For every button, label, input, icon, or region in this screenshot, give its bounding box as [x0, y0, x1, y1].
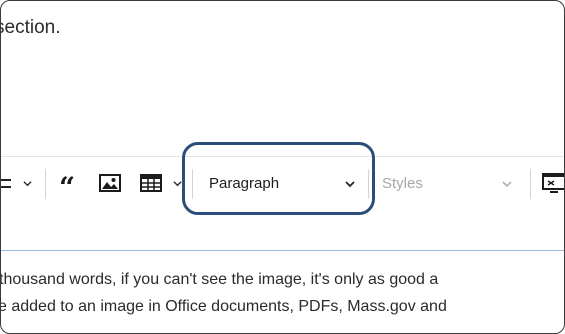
list-dropdown-arrow[interactable] — [23, 171, 32, 195]
chevron-down-icon — [23, 180, 32, 186]
table-dropdown-arrow[interactable] — [173, 171, 182, 195]
list-icon — [1, 179, 11, 188]
editor-body-line: thousand words, if you can't see the ima… — [0, 271, 439, 288]
list-button[interactable] — [1, 171, 15, 195]
toolbar-separator — [45, 169, 46, 199]
insert-table-button[interactable] — [140, 171, 162, 195]
screenshot-frame: section. “ Paragraph Styles thousand wor… — [0, 0, 565, 334]
chevron-down-icon — [502, 181, 512, 188]
editor-intro-text: section. — [0, 17, 61, 38]
block-format-highlight — [182, 142, 375, 215]
styles-select[interactable]: Styles — [382, 171, 517, 195]
styles-placeholder: Styles — [382, 174, 423, 192]
blockquote-icon: “ — [59, 171, 75, 204]
image-icon — [99, 174, 121, 192]
toolbar-separator — [530, 169, 531, 199]
chevron-down-icon — [173, 180, 182, 186]
editor-body-line: e added to an image in Office documents,… — [0, 298, 447, 315]
insert-image-button[interactable] — [99, 171, 121, 195]
source-view-button[interactable] — [542, 171, 564, 195]
editor-focus-border — [1, 250, 564, 251]
table-icon — [140, 174, 162, 192]
blockquote-button[interactable]: “ — [59, 171, 75, 202]
monitor-icon — [542, 173, 564, 193]
